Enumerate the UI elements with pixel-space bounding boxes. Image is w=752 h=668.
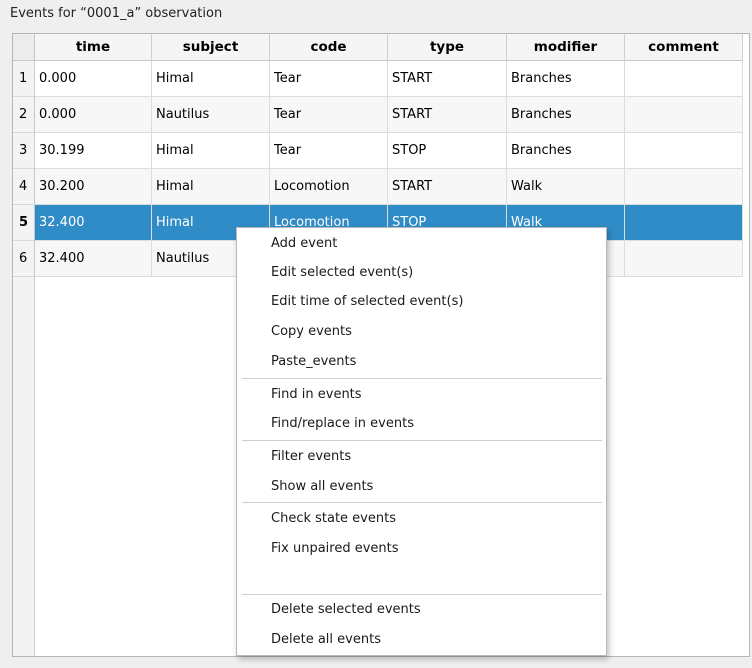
cell-comment[interactable]: [625, 169, 743, 205]
menu-item-check-state-events[interactable]: Check state events: [271, 505, 396, 533]
cell-comment[interactable]: [625, 133, 743, 169]
table-row[interactable]: 4 30.200 Himal Locomotion START Walk: [13, 169, 743, 205]
row-number[interactable]: 1: [13, 61, 35, 97]
cell-comment[interactable]: [625, 61, 743, 97]
menu-separator: [242, 378, 602, 379]
table-row[interactable]: 2 0.000 Nautilus Tear START Branches: [13, 97, 743, 133]
cell-comment[interactable]: [625, 97, 743, 133]
table-corner[interactable]: [13, 34, 35, 61]
menu-separator: [242, 594, 602, 595]
cell-type[interactable]: START: [388, 61, 507, 97]
menu-item-show-all-events[interactable]: Show all events: [271, 473, 373, 501]
menu-item-blank[interactable]: [271, 565, 571, 593]
row-number[interactable]: 5: [13, 205, 35, 241]
row-number[interactable]: 2: [13, 97, 35, 133]
menu-item-filter-events[interactable]: Filter events: [271, 443, 351, 471]
cell-modifier[interactable]: Branches: [507, 97, 625, 133]
cell-subject[interactable]: Nautilus: [152, 97, 270, 133]
cell-code[interactable]: Tear: [270, 97, 388, 133]
cell-modifier[interactable]: Branches: [507, 133, 625, 169]
column-header-type[interactable]: type: [388, 34, 507, 61]
cell-subject[interactable]: Himal: [152, 61, 270, 97]
row-number[interactable]: 4: [13, 169, 35, 205]
cell-type[interactable]: START: [388, 97, 507, 133]
menu-item-copy-events[interactable]: Copy events: [271, 318, 352, 346]
cell-subject[interactable]: Himal: [152, 169, 270, 205]
cell-code[interactable]: Locomotion: [270, 169, 388, 205]
cell-comment[interactable]: [625, 241, 743, 277]
column-header-row: time subject code type modifier comment: [35, 34, 743, 61]
menu-item-delete-all-events[interactable]: Delete all events: [271, 626, 381, 654]
cell-subject[interactable]: Himal: [152, 133, 270, 169]
cell-time[interactable]: 0.000: [35, 97, 152, 133]
window-title: Events for “0001_a” observation: [10, 6, 223, 21]
menu-item-find-in-events[interactable]: Find in events: [271, 381, 362, 409]
table-row[interactable]: 1 0.000 Himal Tear START Branches: [13, 61, 743, 97]
column-header-modifier[interactable]: modifier: [507, 34, 625, 61]
menu-item-edit-time-selected-events[interactable]: Edit time of selected event(s): [271, 288, 463, 316]
cell-modifier[interactable]: Walk: [507, 169, 625, 205]
cell-time[interactable]: 0.000: [35, 61, 152, 97]
menu-item-delete-selected-events[interactable]: Delete selected events: [271, 596, 421, 624]
cell-time[interactable]: 30.199: [35, 133, 152, 169]
column-header-subject[interactable]: subject: [152, 34, 270, 61]
table-row[interactable]: 3 30.199 Himal Tear STOP Branches: [13, 133, 743, 169]
menu-separator: [242, 440, 602, 441]
cell-time[interactable]: 32.400: [35, 205, 152, 241]
menu-item-add-event[interactable]: Add event: [271, 230, 337, 258]
menu-item-find-replace-in-events[interactable]: Find/replace in events: [271, 410, 414, 438]
cell-code[interactable]: Tear: [270, 133, 388, 169]
column-header-comment[interactable]: comment: [625, 34, 743, 61]
cell-code[interactable]: Tear: [270, 61, 388, 97]
column-header-time[interactable]: time: [35, 34, 152, 61]
menu-separator: [242, 502, 602, 503]
row-number[interactable]: 3: [13, 133, 35, 169]
cell-modifier[interactable]: Branches: [507, 61, 625, 97]
context-menu: Add event Edit selected event(s) Edit ti…: [236, 227, 607, 656]
column-header-code[interactable]: code: [270, 34, 388, 61]
cell-time[interactable]: 30.200: [35, 169, 152, 205]
menu-item-edit-selected-events[interactable]: Edit selected event(s): [271, 259, 413, 287]
menu-item-paste-events[interactable]: Paste_events: [271, 348, 356, 376]
cell-type[interactable]: START: [388, 169, 507, 205]
menu-item-fix-unpaired-events[interactable]: Fix unpaired events: [271, 535, 399, 563]
cell-time[interactable]: 32.400: [35, 241, 152, 277]
row-number[interactable]: 6: [13, 241, 35, 277]
cell-type[interactable]: STOP: [388, 133, 507, 169]
cell-comment[interactable]: [625, 205, 743, 241]
